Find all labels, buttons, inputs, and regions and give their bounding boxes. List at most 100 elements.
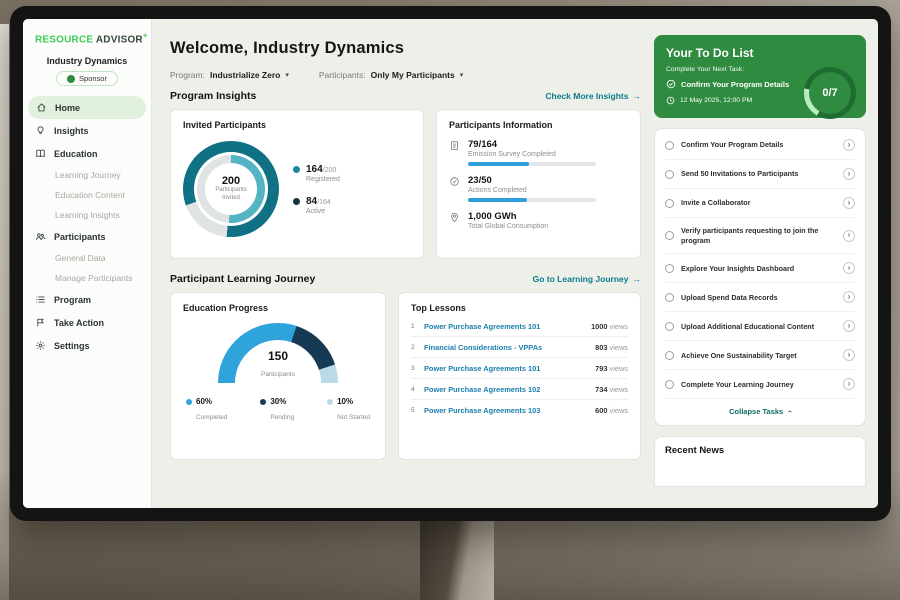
sidebar-item-participants[interactable]: Participants [23,225,151,248]
legend-item: 60% Completed [186,397,227,424]
legend-value: 10% [337,397,370,406]
chevron-right-icon[interactable]: › [843,139,855,151]
sidebar-item-education[interactable]: Education [23,142,151,165]
legend-value: 84 [306,196,317,207]
task-checkbox[interactable] [665,170,674,179]
app-logo: RESOURCE ADVISOR+ [23,31,151,45]
filters-row: Program: Industrialize Zero ▾ Participan… [170,70,641,80]
go-to-learning-journey-link[interactable]: Go to Learning Journey → [533,274,641,284]
task-checkbox[interactable] [665,264,674,273]
lesson-link[interactable]: Power Purchase Agreements 103 [424,406,588,415]
chevron-down-icon: ▾ [285,71,289,79]
task-label: Upload Additional Educational Content [681,322,836,332]
sidebar-item-manage-participants[interactable]: Manage Participants [23,268,151,288]
people-icon [35,231,46,242]
sidebar-item-general-data[interactable]: General Data [23,248,151,268]
chevron-up-icon: › [785,411,794,414]
lesson-link[interactable]: Power Purchase Agreements 101 [424,322,584,331]
task-label: Invite a Collaborator [681,198,836,208]
task-checkbox[interactable] [665,199,674,208]
sidebar-item-label: Participants [54,232,106,242]
gauge-legend: 60% Completed 30% Pending [183,397,373,424]
survey-icon [449,140,460,151]
task-row[interactable]: Complete Your Learning Journey › [665,370,855,399]
task-row[interactable]: Explore Your Insights Dashboard › [665,254,855,283]
task-checkbox[interactable] [665,351,674,360]
progress-fill [468,198,527,202]
sidebar-item-insights[interactable]: Insights [23,119,151,142]
todo-title: Your To Do List [666,46,854,60]
task-checkbox[interactable] [665,293,674,302]
donut-center-value: 200 [222,175,240,187]
task-row[interactable]: Verify participants requesting to join t… [665,218,855,254]
chevron-right-icon[interactable]: › [843,230,855,242]
legend-dot [327,399,333,405]
logo-text-secondary: ADVISOR [96,34,143,45]
task-row[interactable]: Confirm Your Program Details › [665,131,855,160]
chevron-right-icon[interactable]: › [843,197,855,209]
lesson-link[interactable]: Power Purchase Agreements 101 [424,364,588,373]
task-checkbox[interactable] [665,141,674,150]
stat-label: Emission Survey Completed [468,151,596,158]
sidebar-item-label: Education [54,149,98,159]
sidebar-item-settings[interactable]: Settings [23,334,151,357]
link-label: Go to Learning Journey [533,274,629,284]
participants-filter-value: Only My Participants [371,70,455,80]
recent-news-title: Recent News [665,445,855,456]
sidebar-item-home[interactable]: Home [28,96,146,119]
chevron-right-icon[interactable]: › [843,378,855,390]
lesson-views-unit: views [610,364,628,373]
task-row[interactable]: Upload Spend Data Records › [665,283,855,312]
legend-label: Active [306,208,331,215]
chevron-right-icon[interactable]: › [843,320,855,332]
todo-next-task: Confirm Your Program Details [666,79,798,89]
chevron-right-icon[interactable]: › [843,291,855,303]
lesson-rank: 5 [411,407,417,414]
lesson-views-count: 793 [595,364,607,373]
participants-information-card: Participants Information 79/164 Emission… [436,109,641,259]
learning-journey-header: Participant Learning Journey Go to Learn… [170,273,641,285]
participants-filter[interactable]: Participants: Only My Participants ▾ [319,70,463,80]
task-row[interactable]: Invite a Collaborator › [665,189,855,218]
task-checkbox[interactable] [665,231,674,240]
lesson-views-count: 803 [595,343,607,352]
sidebar-item-program[interactable]: Program [23,288,151,311]
task-label: Upload Spend Data Records [681,293,836,303]
clock-icon [666,96,675,105]
tasks-card: Confirm Your Program Details › Send 50 I… [654,128,866,426]
sponsor-badge-label: Sponsor [79,74,107,83]
chevron-right-icon[interactable]: › [843,168,855,180]
stat-label: Actions Completed [468,187,596,194]
invited-participants-card: Invited Participants 200 Participants In… [170,109,424,259]
stat-value: 23/50 [468,175,596,186]
todo-next-task-label: Confirm Your Program Details [681,80,789,89]
chevron-right-icon[interactable]: › [843,349,855,361]
task-checkbox[interactable] [665,322,674,331]
task-row[interactable]: Upload Additional Educational Content › [665,312,855,341]
chevron-right-icon[interactable]: › [843,262,855,274]
sidebar-item-learning-journey[interactable]: Learning Journey [23,165,151,185]
sidebar-item-learning-insights[interactable]: Learning Insights [23,205,151,225]
program-filter-value: Industrialize Zero [210,70,280,80]
check-circle-icon [666,79,676,89]
legend-value: 30% [270,397,294,406]
sidebar-item-take-action[interactable]: Take Action [23,311,151,334]
chevron-down-icon: ▾ [460,71,464,79]
task-checkbox[interactable] [665,380,674,389]
lesson-link[interactable]: Financial Considerations - VPPAs [424,343,588,352]
collapse-tasks-link[interactable]: Collapse Tasks › [665,399,855,421]
task-label: Confirm Your Program Details [681,140,836,150]
gauge-center-label: Participants [261,371,295,378]
task-row[interactable]: Send 50 Invitations to Participants › [665,160,855,189]
sidebar-item-education-content[interactable]: Education Content [23,185,151,205]
program-filter[interactable]: Program: Industrialize Zero ▾ [170,70,289,80]
legend-total: /164 [317,199,331,206]
task-label: Achieve One Sustainability Target [681,351,836,361]
progress-bar [468,162,596,166]
stat-value: 79/164 [468,139,596,150]
lesson-link[interactable]: Power Purchase Agreements 102 [424,385,588,394]
lesson-rank: 3 [411,365,417,372]
lesson-views-unit: views [610,406,628,415]
task-row[interactable]: Achieve One Sustainability Target › [665,341,855,370]
check-more-insights-link[interactable]: Check More Insights → [545,91,641,101]
